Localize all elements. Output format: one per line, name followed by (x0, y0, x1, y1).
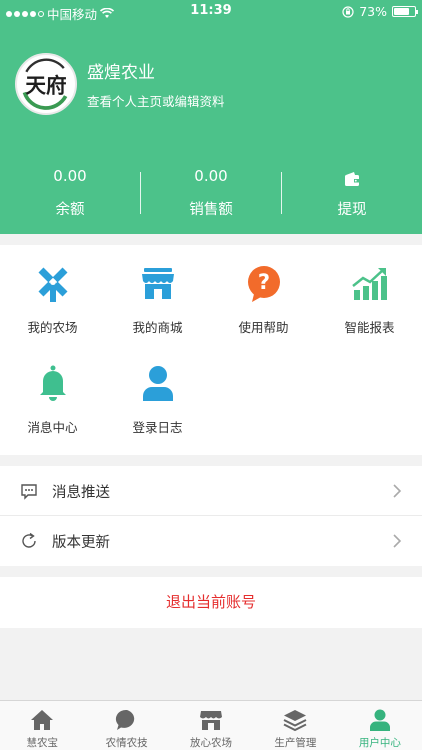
list-label: 版本更新 (52, 535, 110, 551)
help-icon: ? (247, 266, 280, 302)
list-item-push[interactable]: 消息推送 (0, 466, 422, 516)
grid-label: 登录日志 (132, 420, 183, 435)
tab-trusted-farm[interactable]: 放心农场 (169, 701, 253, 750)
layers-icon (283, 710, 307, 732)
home-icon (31, 710, 54, 730)
user-icon (142, 366, 173, 401)
battery-percent: 73% (359, 4, 387, 19)
grid-item-login-log[interactable]: 登录日志 (105, 364, 210, 436)
tab-production[interactable]: 生产管理 (253, 701, 337, 750)
list-label: 消息推送 (52, 485, 110, 501)
chevron-right-icon (393, 534, 402, 548)
logout-button[interactable]: 退出当前账号 (0, 577, 422, 628)
tab-label: 慧农宝 (26, 737, 58, 749)
stat-balance[interactable]: 0.00 余额 (0, 167, 140, 219)
store-icon (141, 268, 174, 299)
chart-icon (351, 268, 387, 300)
list-item-update[interactable]: 版本更新 (0, 516, 422, 566)
grid-item-help[interactable]: ? 使用帮助 (211, 264, 316, 336)
battery-icon (392, 6, 418, 17)
edit-profile-link[interactable]: 查看个人主页或编辑资料 (87, 91, 225, 110)
grid-label: 消息中心 (27, 420, 78, 435)
tab-label: 生产管理 (274, 737, 317, 749)
tab-label: 放心农场 (190, 737, 233, 749)
sales-label: 销售额 (189, 202, 233, 218)
message-icon (21, 484, 37, 500)
withdraw-button[interactable]: 提现 (282, 167, 422, 219)
avatar[interactable]: 天府 (15, 53, 77, 115)
chevron-right-icon (393, 484, 402, 498)
grid-label: 使用帮助 (238, 320, 289, 335)
svg-text:?: ? (257, 270, 269, 294)
grid-label: 我的商城 (132, 320, 183, 335)
avatar-text: 天府 (25, 73, 66, 97)
tab-home[interactable]: 慧农宝 (0, 701, 84, 750)
tab-bar: 慧农宝 农情农技 放心农场 生产管理 用户中心 (0, 700, 422, 750)
chat-icon (115, 709, 134, 730)
bell-icon (39, 365, 66, 401)
grid-label: 我的农场 (27, 320, 78, 335)
user-name[interactable]: 盛煌农业 (87, 58, 155, 83)
stat-sales[interactable]: 0.00 销售额 (141, 167, 281, 219)
grid-item-messages[interactable]: 消息中心 (0, 364, 105, 436)
tab-user-center[interactable]: 用户中心 (338, 701, 422, 750)
avatar-logo: 天府 (22, 58, 68, 110)
balance-label: 余额 (55, 202, 85, 218)
profile-header: 中国移动 11:39 73% 天府 盛煌农业 查看个人主页或编辑资料 0.00 … (0, 0, 422, 234)
grid-item-my-farm[interactable]: 我的农场 (0, 264, 105, 336)
orientation-lock-icon (342, 5, 354, 18)
grid-item-reports[interactable]: 智能报表 (317, 264, 422, 336)
tab-label: 用户中心 (358, 737, 401, 749)
shop-icon (200, 711, 223, 730)
settings-list: 消息推送 版本更新 (0, 466, 422, 566)
tab-label: 农情农技 (105, 737, 148, 749)
person-icon (369, 709, 390, 731)
balance-value: 0.00 (53, 167, 87, 185)
status-bar: 中国移动 11:39 73% (0, 0, 422, 22)
grid-item-my-store[interactable]: 我的商城 (105, 264, 210, 336)
wallet-icon (345, 172, 359, 186)
sales-value: 0.00 (194, 167, 228, 185)
windmill-icon (38, 267, 67, 302)
tab-agri-info[interactable]: 农情农技 (84, 701, 168, 750)
withdraw-label: 提现 (337, 202, 367, 218)
grid-label: 智能报表 (344, 320, 395, 335)
feature-grid: 我的农场 我的商城 ? 使用帮助 智能报表 消息中心 登录日志 (0, 245, 422, 455)
refresh-icon (22, 532, 36, 548)
